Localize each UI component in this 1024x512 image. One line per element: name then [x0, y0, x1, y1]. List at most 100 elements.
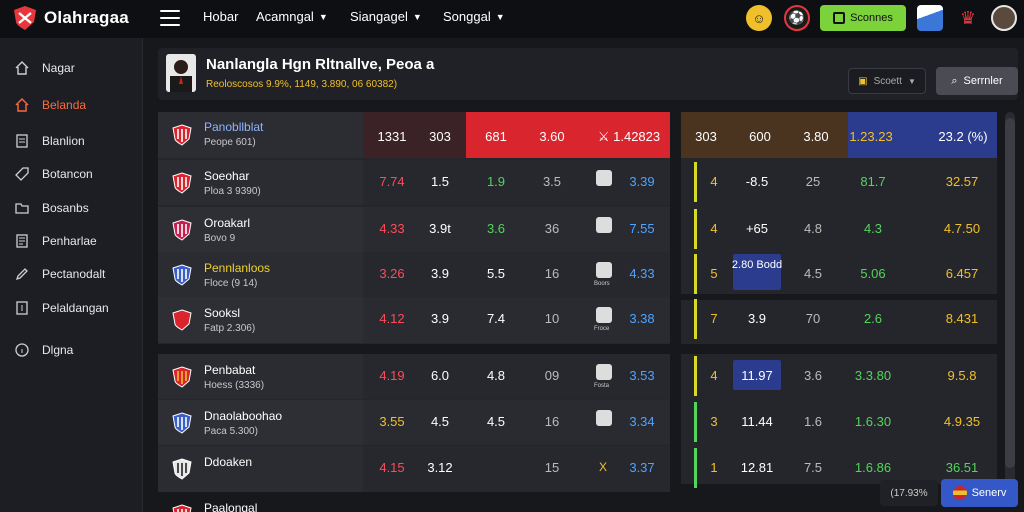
scrollbar[interactable] — [1005, 112, 1015, 482]
scrollbar-thumb[interactable] — [1005, 118, 1015, 468]
search-button[interactable]: ⌕ Serrnler — [936, 67, 1018, 95]
odds-cell[interactable]: 1.9 — [466, 174, 526, 189]
odds-cell[interactable]: 3.39 — [612, 174, 672, 189]
promo-button[interactable]: Sconnes — [820, 5, 906, 31]
header-right-cell[interactable]: 1.23.23 — [836, 129, 906, 144]
team-name[interactable]: Penbabat — [204, 363, 255, 377]
sidebar-item-dlgna[interactable]: Dlgna — [0, 336, 143, 364]
odds-cell[interactable]: 36 — [522, 221, 582, 236]
football-icon[interactable]: ⚽ — [784, 5, 810, 31]
odds-cell[interactable]: 5.5 — [466, 266, 526, 281]
odds-cell[interactable]: 3.5 — [522, 174, 582, 189]
header-odds-cell[interactable]: 3.60 — [522, 129, 582, 144]
header-team-name[interactable]: Panobllblat — [204, 120, 263, 134]
right-cell[interactable]: 1.6 — [783, 414, 843, 429]
flag-icon[interactable] — [917, 5, 943, 31]
right-cell[interactable]: 25 — [783, 174, 843, 189]
right-cell[interactable]: 36.51 — [932, 460, 992, 475]
right-cell[interactable]: 5.06 — [843, 266, 903, 281]
odds-cell[interactable]: 3.34 — [612, 414, 672, 429]
right-cell[interactable]: 3.3.80 — [843, 368, 903, 383]
right-cell[interactable]: -8.5 — [727, 174, 787, 189]
odds-cell[interactable]: 4.8 — [466, 368, 526, 383]
app-logo[interactable]: Olahragaa — [12, 5, 129, 31]
right-cell[interactable]: 70 — [783, 311, 843, 326]
sidebar-item-pectanodalt[interactable]: Pectanodalt — [0, 260, 143, 288]
user-avatar[interactable] — [991, 5, 1017, 31]
team-name[interactable]: Sooksl — [204, 306, 240, 320]
nav-item-dropdown-1[interactable]: Acamngal ▼ — [256, 9, 328, 24]
right-cell[interactable]: 4.3 — [843, 221, 903, 236]
menu-icon[interactable] — [160, 10, 180, 26]
odds-cell[interactable]: 15 — [522, 460, 582, 475]
odds-cell[interactable]: 4.5 — [410, 414, 470, 429]
nav-item-dropdown-3[interactable]: Songgal ▼ — [443, 9, 505, 24]
right-cell[interactable]: 81.7 — [843, 174, 903, 189]
team-name[interactable]: Paalongal — [204, 501, 257, 512]
right-cell[interactable]: 4.8 — [783, 221, 843, 236]
odds-cell[interactable]: 09 — [522, 368, 582, 383]
right-cell[interactable]: 7.5 — [783, 460, 843, 475]
odds-cell[interactable]: 16 — [522, 414, 582, 429]
right-cell[interactable]: 9.5.8 — [932, 368, 992, 383]
odds-cell[interactable]: 3.37 — [612, 460, 672, 475]
team-crest-icon[interactable]: ♛ — [955, 5, 981, 31]
odds-cell[interactable]: 4.33 — [612, 266, 672, 281]
coin-icon[interactable]: ☺ — [746, 5, 772, 31]
right-cell[interactable]: +65 — [727, 221, 787, 236]
odds-cell[interactable]: 7.4 — [466, 311, 526, 326]
right-cell[interactable]: 11.44 — [727, 414, 787, 429]
nav-item-home[interactable]: Hobar — [203, 9, 238, 24]
sidebar-item-blanlion[interactable]: Blanlion — [0, 127, 143, 155]
sidebar-item-nagar[interactable]: Nagar — [0, 54, 143, 82]
sidebar-item-botancon[interactable]: Botancon — [0, 160, 143, 188]
right-cell[interactable]: 4.7.50 — [932, 221, 992, 236]
header-odds-cell[interactable]: 681 — [466, 129, 526, 144]
odds-cell[interactable]: 7.55 — [612, 221, 672, 236]
odds-cell[interactable]: 3.9 — [410, 266, 470, 281]
odds-cell[interactable]: 3.53 — [612, 368, 672, 383]
team-name[interactable]: Soeohar — [204, 169, 249, 183]
odds-cell[interactable]: 1.5 — [410, 174, 470, 189]
team-name[interactable]: Pennlanloos — [204, 261, 270, 275]
sidebar-item-pelaldangan[interactable]: Pelaldangan — [0, 294, 143, 322]
right-cell[interactable]: 8.431 — [932, 311, 992, 326]
right-cell[interactable]: 3.9 — [727, 311, 787, 326]
team-sub: Floce (9 14) — [204, 278, 258, 289]
right-cell[interactable]: 12.81 — [727, 460, 787, 475]
team-sub: Bovo 9 — [204, 233, 236, 244]
header-odds-cell[interactable]: ⚔ 1.42823 — [594, 129, 664, 145]
odds-cell[interactable]: 10 — [522, 311, 582, 326]
team-name[interactable]: Ddoaken — [204, 455, 252, 469]
odds-cell[interactable]: 3.9t — [410, 221, 470, 236]
bottom-action-button[interactable]: Senerv — [941, 479, 1018, 507]
filter-select[interactable]: ▣ Scoett ▼ — [848, 68, 926, 94]
right-cell[interactable]: 4.9.35 — [932, 414, 992, 429]
right-cell[interactable]: 2.6 — [843, 311, 903, 326]
team-name[interactable]: Oroakarl — [204, 216, 250, 230]
odds-cell[interactable]: 4.5 — [466, 414, 526, 429]
right-cell[interactable]: 1.6.86 — [843, 460, 903, 475]
right-cell[interactable]: 6.457 — [932, 266, 992, 281]
chevron-down-icon: ▼ — [495, 11, 505, 22]
right-cell[interactable]: 32.57 — [932, 174, 992, 189]
right-cell[interactable]: 1.6.30 — [843, 414, 903, 429]
header-odds-cell[interactable]: 303 — [410, 129, 470, 144]
right-cell[interactable]: 4.5 — [783, 266, 843, 281]
odds-cell[interactable]: 3.9 — [410, 311, 470, 326]
sidebar-item-penharlae[interactable]: Penharlae — [0, 227, 143, 255]
odds-cell[interactable]: 3.6 — [466, 221, 526, 236]
odds-cell[interactable]: 16 — [522, 266, 582, 281]
header-right-cell[interactable]: 303 — [676, 129, 736, 144]
right-cell[interactable]: 3.6 — [783, 368, 843, 383]
sidebar-item-belanda[interactable]: Belanda — [0, 91, 143, 119]
header-right-cell[interactable]: 600 — [730, 129, 790, 144]
odds-cell[interactable]: 6.0 — [410, 368, 470, 383]
nav-item-dropdown-2[interactable]: Siangagel ▼ — [350, 9, 422, 24]
header-right-cell[interactable]: 23.2 (%) — [928, 129, 998, 144]
team-badge-icon — [172, 412, 192, 434]
team-name[interactable]: Dnaolaboohao — [204, 409, 282, 423]
sidebar-item-bosanbs[interactable]: Bosanbs — [0, 194, 143, 222]
odds-cell[interactable]: 3.38 — [612, 311, 672, 326]
odds-cell[interactable]: 3.12 — [410, 460, 470, 475]
